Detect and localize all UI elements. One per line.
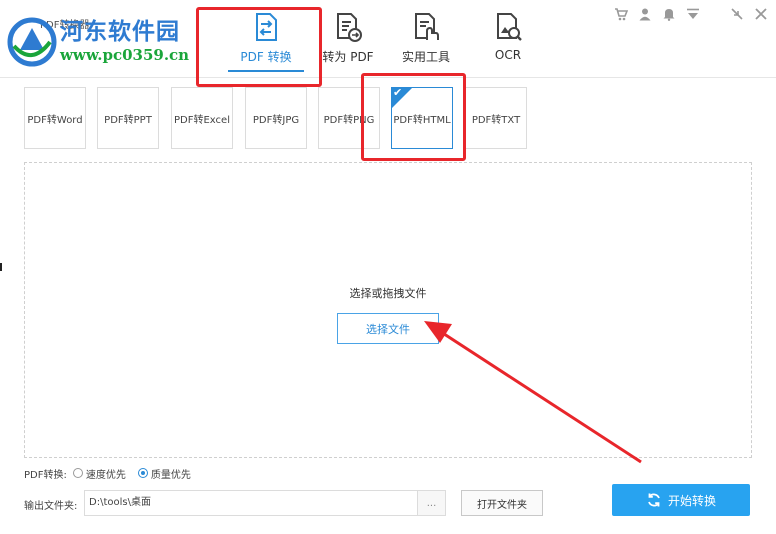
subtab-label: PDF转TXT xyxy=(471,114,521,126)
subtab-pdf-to-ppt[interactable]: PDF转PPT xyxy=(97,87,159,149)
edge-marker xyxy=(0,263,2,271)
minimize-icon[interactable] xyxy=(730,6,746,22)
cart-icon[interactable] xyxy=(614,6,630,22)
start-convert-label: 开始转换 xyxy=(667,493,716,508)
watermark-url: www.pc0359.cn xyxy=(60,46,190,64)
refresh-icon xyxy=(648,493,660,507)
subtab-label: PDF转JPG xyxy=(252,114,300,126)
dropdown-icon[interactable] xyxy=(686,6,702,22)
annotation-box-pdf-convert-tab xyxy=(196,7,322,87)
browse-folder-button[interactable]: ... xyxy=(418,490,446,516)
select-file-button[interactable]: 选择文件 xyxy=(337,313,439,344)
quality-priority-radio[interactable] xyxy=(137,468,148,478)
subtab-label: PDF转Word xyxy=(27,114,83,126)
watermark-title: 河东软件园 xyxy=(60,18,180,45)
subtab-pdf-to-jpg[interactable]: PDF转JPG xyxy=(245,87,307,149)
user-icon[interactable] xyxy=(638,6,654,22)
quality-priority-label[interactable]: 质量优先 xyxy=(151,466,191,481)
tab-tools-label: 实用工具 xyxy=(401,50,450,64)
tools-icon xyxy=(415,13,439,40)
watermark-logo: 河东软件园 www.pc0359.cn xyxy=(2,6,202,67)
file-drop-zone[interactable]: 选择或拖拽文件 选择文件 xyxy=(24,162,752,458)
app-header: PDF转换器 河东软件园 www.pc0359.cn PDF 转换 转为 PDF xyxy=(0,0,776,78)
drop-hint-text: 选择或拖拽文件 xyxy=(349,287,427,300)
subtab-pdf-to-word[interactable]: PDF转Word xyxy=(24,87,86,149)
subtab-label: PDF转PPT xyxy=(104,114,152,126)
subtab-label: PDF转Excel xyxy=(174,114,230,126)
start-convert-button[interactable]: 开始转换 xyxy=(612,484,750,516)
ocr-icon xyxy=(497,13,522,41)
close-icon[interactable] xyxy=(754,6,770,22)
speed-priority-radio[interactable] xyxy=(72,468,83,478)
open-folder-button[interactable]: 打开文件夹 xyxy=(461,490,543,516)
subtab-pdf-to-excel[interactable]: PDF转Excel xyxy=(171,87,233,149)
subtab-pdf-to-txt[interactable]: PDF转TXT xyxy=(465,87,527,149)
watermark-emblem-icon xyxy=(7,17,57,67)
conversion-mode-group: PDF转换: 速度优先 质量优先 xyxy=(24,466,203,481)
output-folder-input[interactable]: D:\tools\桌面 xyxy=(84,490,418,516)
tab-ocr-label: OCR xyxy=(494,48,522,62)
tab-tools[interactable]: 实用工具 xyxy=(386,8,466,72)
speed-priority-label[interactable]: 速度优先 xyxy=(86,466,126,481)
annotation-box-html-subtab xyxy=(361,73,466,161)
tab-ocr[interactable]: OCR xyxy=(468,8,548,72)
conversion-mode-label: PDF转换: xyxy=(24,469,67,481)
to-pdf-icon xyxy=(337,13,362,42)
output-folder-label: 输出文件夹: xyxy=(24,501,78,512)
bell-icon[interactable] xyxy=(662,6,678,22)
